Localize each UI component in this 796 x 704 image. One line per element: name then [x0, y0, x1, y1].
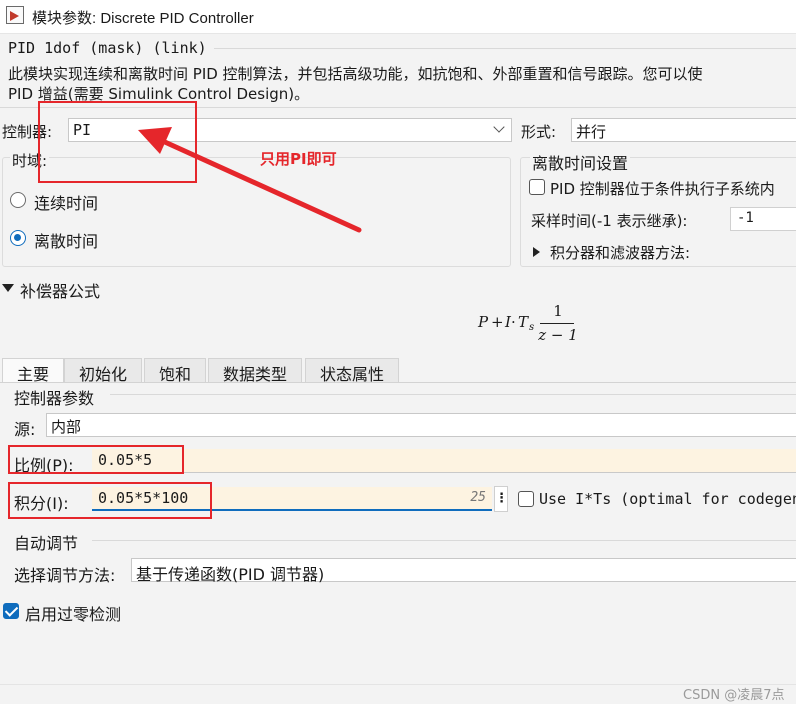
tab-state-attributes[interactable]: 状态属性	[305, 358, 400, 384]
use-its-checkbox[interactable]	[518, 491, 534, 507]
block-name: PID 1dof (mask) (link)	[8, 39, 207, 57]
tab-saturation[interactable]: 饱和	[144, 358, 207, 384]
i-gain-evaluated-hint: 25	[470, 490, 486, 505]
formula-dot: ·	[511, 313, 516, 331]
formula-numerator: 1	[553, 302, 563, 320]
sample-time-input[interactable]: -1	[730, 207, 796, 231]
tune-method-label: 选择调节方法:	[14, 566, 116, 585]
title-bar: 模块参数: Discrete PID Controller	[0, 0, 796, 34]
more-options-icon[interactable]: ⋮	[494, 486, 508, 512]
watermark: CSDN @凌晨7点	[683, 688, 785, 703]
autotune-group-label: 自动调节	[14, 534, 79, 553]
integrator-methods-label[interactable]: 积分器和滤波器方法:	[550, 242, 690, 263]
p-gain-input[interactable]: 0.05*5	[92, 449, 796, 473]
tune-method-value: 基于传递函数(PID 调节器)	[136, 565, 325, 584]
continuous-time-label: 连续时间	[34, 194, 99, 213]
annotation-box-i	[8, 482, 212, 519]
zero-crossing-checkbox[interactable]	[3, 603, 19, 619]
formula-t: T	[518, 313, 529, 331]
autotune-group-divider	[92, 540, 796, 541]
annotation-arrow-icon	[138, 127, 362, 233]
expand-arrow-icon[interactable]	[533, 247, 540, 257]
tab-data-types[interactable]: 数据类型	[208, 358, 303, 384]
tab-initialization[interactable]: 初始化	[64, 358, 143, 384]
conditional-exec-checkbox[interactable]	[529, 179, 545, 195]
formula-plus: +	[491, 313, 504, 331]
bottom-bar	[0, 684, 796, 704]
source-label: 源:	[14, 420, 36, 439]
simulink-app-icon	[6, 6, 24, 24]
compensator-formula: P + I · T s 1 z − 1	[478, 302, 578, 346]
form-label: 形式:	[521, 123, 557, 141]
description-line-1: 此模块实现连续和离散时间 PID 控制算法，并包括高级功能，如抗饱和、外部重置和…	[8, 65, 703, 83]
formula-fraction-bar	[540, 323, 574, 324]
chevron-down-icon	[493, 121, 505, 133]
compensator-label[interactable]: 补偿器公式	[20, 278, 100, 302]
formula-p: P	[478, 313, 489, 331]
tune-method-dropdown[interactable]: 基于传递函数(PID 调节器)	[131, 558, 796, 584]
header-divider	[214, 48, 796, 49]
use-its-label: Use I*Ts (optimal for codegen)	[539, 490, 796, 508]
source-value: 内部	[51, 418, 82, 436]
discrete-settings-title: 离散时间设置	[530, 150, 631, 174]
conditional-exec-label: PID 控制器位于条件执行子系统内	[550, 180, 775, 198]
zero-crossing-label: 启用过零检测	[25, 605, 122, 624]
params-group-label: 控制器参数	[14, 389, 95, 408]
annotation-box-p	[8, 445, 184, 474]
window-title: 模块参数: Discrete PID Controller	[32, 10, 254, 27]
source-dropdown[interactable]: 内部	[46, 413, 796, 437]
radio-continuous-time[interactable]	[10, 192, 26, 208]
annotation-text: 只用PI即可	[260, 150, 337, 168]
form-value: 并行	[576, 123, 607, 141]
tab-strip-border	[0, 382, 796, 383]
tab-main[interactable]: 主要	[2, 358, 65, 384]
sample-time-label: 采样时间(-1 表示继承):	[531, 212, 688, 230]
discrete-time-label: 离散时间	[34, 232, 99, 251]
collapse-arrow-icon[interactable]	[2, 284, 14, 292]
form-dropdown[interactable]: 并行	[571, 118, 796, 142]
formula-sub-s: s	[529, 322, 535, 333]
radio-discrete-time[interactable]	[10, 230, 26, 246]
params-group-divider	[110, 394, 796, 395]
formula-denominator: z − 1	[538, 326, 578, 344]
